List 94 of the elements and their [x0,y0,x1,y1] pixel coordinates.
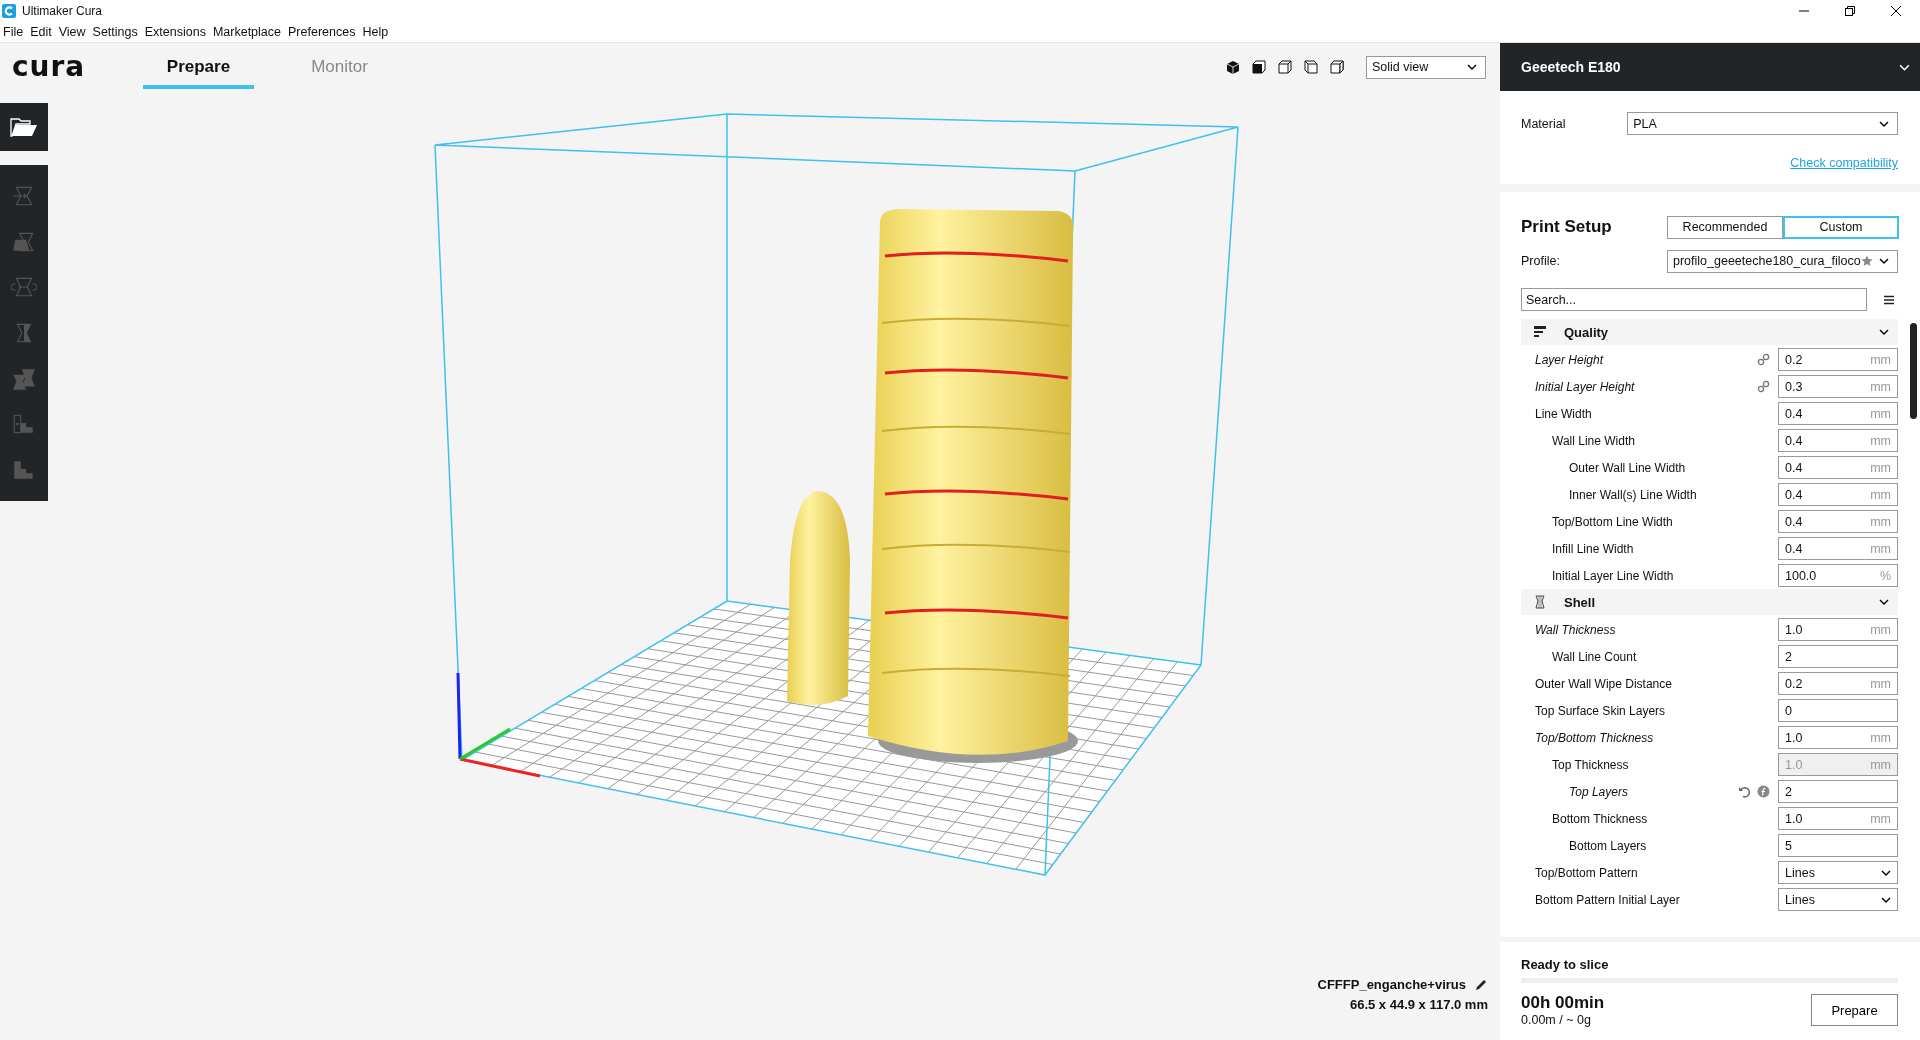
menu-item[interactable]: File [3,25,24,39]
cube-right-icon[interactable] [1330,60,1344,74]
folder-icon [10,116,38,138]
quality-icon [1533,325,1547,339]
setting-label: Top Layers [1568,784,1628,799]
setting-field[interactable]: 0.4 mm [1778,429,1898,452]
caret-icon [1879,599,1889,605]
setting-label: Layer Height [1535,352,1604,367]
menu-item[interactable]: Preferences [288,25,356,39]
reset-icon[interactable] [1738,785,1751,798]
mode-tab[interactable]: Custom [1783,215,1899,239]
profile-dropdown[interactable]: profilo_geeeteche180_cura_filoco [1667,249,1898,273]
mode-tab[interactable]: Recommended [1667,215,1783,239]
caret-icon [1881,869,1891,876]
setting-label: Outer Wall Wipe Distance [1535,676,1672,691]
cura-logo: cura [12,52,87,82]
setting-label: Inner Wall(s) Line Width [1568,487,1697,502]
material-label: Material [1521,116,1567,131]
setting-label: Line Width [1535,406,1592,421]
setting-field[interactable]: 0.4 mm [1778,483,1898,506]
setting-field[interactable]: 0.4 mm [1778,456,1898,479]
scrollbar[interactable] [1910,323,1917,419]
open-file-button[interactable] [0,103,48,151]
setting-label: Top/Bottom Line Width [1551,514,1673,529]
window-title: Ultimaker Cura [22,4,102,18]
caret-icon [1879,329,1889,335]
print-time: 00h 00min [1521,993,1605,1013]
setting-field[interactable]: 100.0 % [1778,564,1898,587]
setting-label: Bottom Layers [1568,838,1647,853]
setting-label: Wall Thickness [1535,622,1616,637]
pencil-icon[interactable] [1474,977,1488,992]
menu-item[interactable]: View [58,25,86,39]
setting-label: Top Thickness [1551,757,1629,772]
search-field[interactable]: Search... [1521,288,1867,311]
model-dimensions: 66.5 x 44.9 x 117.0 mm [1349,997,1488,1012]
setting-field[interactable]: 0.3 mm [1778,375,1898,398]
material-dropdown[interactable]: PLA [1627,112,1898,135]
caret-icon [1879,258,1889,264]
cube-front-icon[interactable] [1252,60,1266,74]
setting-label: Initial Layer Height [1535,379,1635,394]
model-name: CFFFP_enganche+virus [1317,977,1466,992]
prepare-button[interactable]: Prepare [1811,994,1898,1026]
setting-label: Outer Wall Line Width [1568,460,1686,475]
menu-item[interactable]: Help [362,25,389,39]
caret-icon [1467,64,1477,70]
caret-icon [1881,896,1891,903]
material-usage: 0.00m / ~ 0g [1521,1013,1592,1027]
cube-left-icon[interactable] [1304,60,1318,74]
setting-label: Bottom Pattern Initial Layer [1535,892,1680,907]
category-header[interactable]: Shell [1521,589,1898,615]
setting-label: Wall Line Count [1551,649,1637,664]
cube-icon[interactable] [1226,60,1240,74]
cube-top-icon[interactable] [1278,60,1292,74]
menu-item[interactable]: Settings [92,25,138,39]
setting-label: Wall Line Width [1551,433,1635,448]
shell-icon [1533,595,1547,609]
setting-dropdown[interactable]: Lines [1778,861,1898,884]
setting-field[interactable]: 1.0 mm [1778,618,1898,641]
link-icon [1757,380,1770,393]
setting-label: Top/Bottom Pattern [1535,865,1638,880]
menu-item[interactable]: Marketplace [212,25,281,39]
setting-field[interactable]: 0.2 mm [1778,348,1898,371]
print-setup-title: Print Setup [1521,217,1613,237]
menu-icon[interactable] [1883,294,1895,305]
setting-field[interactable]: 0.4 mm [1778,402,1898,425]
setting-field[interactable]: 5 [1778,834,1898,857]
setting-field[interactable]: 2 [1778,645,1898,668]
setting-label: Top Surface Skin Layers [1535,703,1666,718]
tab[interactable]: Prepare [143,45,254,89]
setting-label: Top/Bottom Thickness [1535,730,1654,745]
setting-field[interactable]: 1.0 mm [1778,726,1898,749]
caret-icon [1879,120,1889,127]
setting-field[interactable]: 0.4 mm [1778,537,1898,560]
restore-icon[interactable] [1844,5,1856,17]
profile-label: Profile: [1521,254,1561,268]
category-header[interactable]: Quality [1521,319,1898,345]
view-mode-dropdown[interactable]: Solid view [1366,55,1486,79]
caret-icon [1899,63,1910,71]
slice-status: Ready to slice [1521,957,1610,972]
setting-field[interactable]: 0 [1778,699,1898,722]
menu-item[interactable]: Edit [30,25,52,39]
setting-label: Initial Layer Line Width [1551,568,1674,583]
star-icon[interactable] [1861,255,1873,267]
printer-selector[interactable]: Geeetech E180 [1500,43,1920,91]
setting-field[interactable]: 0.2 mm [1778,672,1898,695]
setting-label: Bottom Thickness [1551,811,1648,826]
function-icon[interactable] [1757,785,1770,798]
close-icon[interactable] [1890,5,1902,17]
setting-label: Infill Line Width [1551,541,1634,556]
setting-field[interactable]: 1.0 mm [1778,807,1898,830]
setting-dropdown[interactable]: Lines [1778,888,1898,911]
setting-field[interactable]: 0.4 mm [1778,510,1898,533]
link-icon [1757,353,1770,366]
menu-item[interactable]: Extensions [144,25,206,39]
